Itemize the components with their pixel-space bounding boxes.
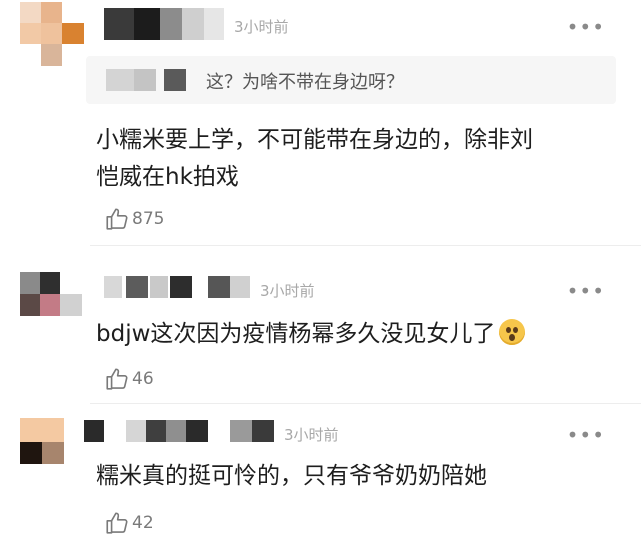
comment-item: 3小时前 ••• bdjw这次因为疫情杨幂多久没见女儿了 46 xyxy=(0,246,641,404)
thumbs-up-outline-icon xyxy=(106,512,128,534)
more-dots-icon[interactable]: ••• xyxy=(567,281,605,301)
comment-item: 3小时前 ••• 糯米真的挺可怜的，只有爷爷奶奶陪她 42 xyxy=(0,404,641,545)
comment-text-line: 恺威在hk拍戏 xyxy=(96,164,239,190)
like-button[interactable]: 42 xyxy=(104,510,154,536)
hushed-face-emoji xyxy=(499,319,526,345)
like-button[interactable]: 875 xyxy=(104,206,164,232)
username-mosaic[interactable] xyxy=(104,8,224,40)
quoted-reply[interactable]: 这？为啥不带在身边呀？ xyxy=(86,56,616,104)
more-dots-icon[interactable]: ••• xyxy=(567,425,605,445)
username-mosaic[interactable] xyxy=(104,276,250,298)
comment-time: 3小时前 xyxy=(234,18,289,36)
quoted-text: 这？为啥不带在身边呀？ xyxy=(206,72,404,93)
username-mosaic[interactable] xyxy=(84,420,274,442)
comment-time: 3小时前 xyxy=(284,426,339,444)
comment-text: 小糯米要上学，不可能带在身边的，除非刘 恺威在hk拍戏 xyxy=(96,122,533,196)
avatar[interactable] xyxy=(20,418,64,464)
like-button[interactable]: 46 xyxy=(104,366,154,392)
comment-item: 3小时前 ••• 这？为啥不带在身边呀？ 小糯米要上学，不可能带在身边的，除非刘… xyxy=(0,0,641,246)
thumbs-up-outline-icon xyxy=(106,368,128,390)
comment-text: bdjw这次因为疫情杨幂多久没见女儿了 xyxy=(96,316,526,353)
comment-text-line: 小糯米要上学，不可能带在身边的，除非刘 xyxy=(96,127,533,153)
thumbs-up-outline-icon xyxy=(106,208,128,230)
like-count: 42 xyxy=(132,513,154,533)
quoted-username-mosaic xyxy=(106,69,186,91)
comment-time: 3小时前 xyxy=(260,282,315,300)
comment-text: 糯米真的挺可怜的，只有爷爷奶奶陪她 xyxy=(96,458,487,495)
more-dots-icon[interactable]: ••• xyxy=(567,17,605,37)
avatar[interactable] xyxy=(20,272,82,316)
avatar[interactable] xyxy=(20,2,84,66)
like-count: 46 xyxy=(132,369,154,389)
like-count: 875 xyxy=(132,209,165,229)
comment-text-line: bdjw这次因为疫情杨幂多久没见女儿了 xyxy=(96,321,496,347)
comment-text-line: 糯米真的挺可怜的，只有爷爷奶奶陪她 xyxy=(96,463,487,489)
